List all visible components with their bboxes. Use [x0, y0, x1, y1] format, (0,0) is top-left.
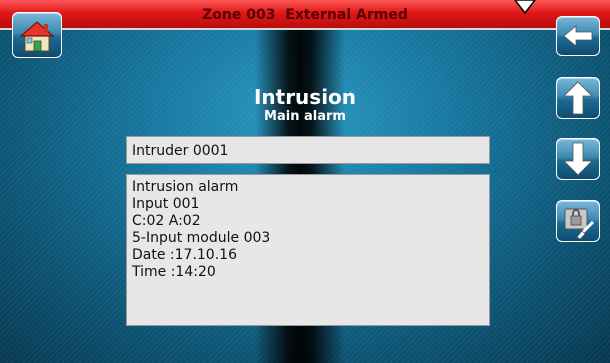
page-title: Intrusion: [253, 85, 357, 109]
home-icon: [19, 21, 55, 52]
alarm-screen: Zone 003 External Armed Intrusion Main a…: [0, 0, 610, 363]
clear-alarm-button[interactable]: [556, 200, 600, 242]
scroll-down-button[interactable]: [556, 138, 600, 180]
detail-line: Time :14:20: [132, 264, 216, 280]
page-subtitle: Main alarm: [264, 109, 346, 124]
detail-line: Intrusion alarm: [132, 179, 239, 195]
detail-line: C:02 A:02: [132, 213, 201, 229]
lock-brush-icon: [564, 208, 595, 240]
intruder-name-field: Intruder 0001: [126, 136, 490, 164]
arrow-down-icon: [563, 142, 593, 176]
back-button[interactable]: [556, 16, 600, 56]
alarm-details-panel: Intrusion alarm Input 001 C:02 A:02 5-In…: [126, 174, 490, 326]
detail-line: Date :17.10.16: [132, 247, 237, 263]
home-button[interactable]: [12, 12, 62, 58]
detail-line: Input 001: [132, 196, 200, 212]
corner-triangle-icon: [514, 0, 536, 14]
detail-line: 5-Input module 003: [132, 230, 271, 246]
status-bar-divider: [0, 28, 610, 30]
arrow-left-icon: [563, 25, 593, 47]
